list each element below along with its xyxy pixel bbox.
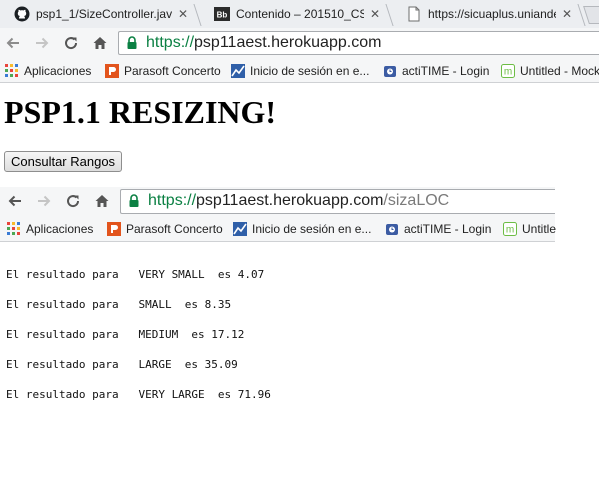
- bookmark-parasoft[interactable]: Parasoft Concerto: [104, 61, 221, 81]
- tab-strip: psp1_1/SizeController.java ✕ Bb Contenid…: [0, 0, 599, 28]
- bookmark-inicio-sesion[interactable]: Inicio de sesión en e...: [230, 61, 369, 81]
- actitime-icon: [382, 63, 398, 79]
- close-tab-icon[interactable]: ✕: [178, 7, 188, 21]
- bookmark-label: Aplicaciones: [24, 64, 92, 78]
- result-line-small: El resultado para SMALL es 8.35: [6, 298, 232, 311]
- tab-label: Contenido – 201510_CSOF: [236, 7, 364, 21]
- github-icon: [14, 6, 30, 22]
- tab-label: https://sicuaplus.uniandes: [428, 7, 556, 21]
- result-line-very-large: El resultado para VERY LARGE es 71.96: [6, 388, 271, 401]
- browser-toolbar: https://psp11aest.herokuapp.com: [0, 28, 599, 58]
- bookmark-label: Inicio de sesión en e...: [250, 64, 370, 78]
- bookmark-label: actiTIME - Login: [404, 222, 492, 236]
- chart-icon: [232, 221, 248, 237]
- reload-icon: [61, 189, 85, 213]
- inner-bookmark-parasoft: Parasoft Concerto: [106, 219, 223, 239]
- tab-blackboard[interactable]: Bb Contenido – 201510_CSOF ✕: [200, 0, 388, 28]
- consultar-rangos-button[interactable]: Consultar Rangos: [4, 151, 123, 172]
- close-tab-icon[interactable]: ✕: [562, 7, 572, 21]
- address-url: https://psp11aest.herokuapp.com: [146, 34, 382, 51]
- page-title: PSP1.1 RESIZING!: [4, 94, 277, 130]
- back-icon: [3, 189, 27, 213]
- actitime-icon: [384, 221, 400, 237]
- parasoft-icon: [104, 63, 120, 79]
- bookmark-aplicaciones[interactable]: Aplicaciones: [4, 61, 91, 81]
- result-line-medium: El resultado para MEDIUM es 17.12: [6, 328, 245, 341]
- inner-bookmarks-bar: Aplicaciones Parasoft Concerto Inicio de…: [0, 215, 556, 242]
- forward-icon: [32, 189, 56, 213]
- result-line-large: El resultado para LARGE es 35.09: [6, 358, 238, 371]
- inner-bookmark-aplicaciones: Aplicaciones: [6, 219, 93, 239]
- lock-icon: [124, 35, 140, 51]
- blackboard-icon: Bb: [214, 6, 230, 22]
- bookmark-label: Parasoft Concerto: [126, 222, 223, 236]
- apps-grid-icon: [6, 221, 22, 237]
- bookmark-actitime[interactable]: actiTIME - Login: [382, 61, 489, 81]
- tab-label: psp1_1/SizeController.java: [36, 7, 172, 21]
- tab-sicuaplus[interactable]: https://sicuaplus.uniandes ✕: [392, 0, 580, 28]
- svg-text:Bb: Bb: [217, 11, 228, 20]
- home-button[interactable]: [88, 31, 112, 55]
- bookmark-label: Aplicaciones: [26, 222, 94, 236]
- bookmark-label: Parasoft Concerto: [124, 64, 221, 78]
- new-tab-button[interactable]: [583, 6, 599, 24]
- inner-address-bar: https://psp11aest.herokuapp.com/sizaLOC: [120, 189, 555, 214]
- parasoft-icon: [106, 221, 122, 237]
- moqups-icon: m: [502, 221, 518, 237]
- apps-grid-icon: [4, 63, 20, 79]
- forward-button[interactable]: [30, 31, 54, 55]
- inner-bookmark-actitime: actiTIME - Login: [384, 219, 491, 239]
- bookmark-label: Inicio de sesión en e...: [252, 222, 372, 236]
- close-tab-icon[interactable]: ✕: [370, 7, 380, 21]
- tab-github[interactable]: psp1_1/SizeController.java ✕: [0, 0, 196, 28]
- address-bar[interactable]: https://psp11aest.herokuapp.com: [118, 31, 599, 55]
- inner-bookmark-inicio-sesion: Inicio de sesión en e...: [232, 219, 371, 239]
- lock-icon: [126, 193, 142, 209]
- moqups-icon: m: [500, 63, 516, 79]
- chart-icon: [230, 63, 246, 79]
- home-icon: [90, 189, 114, 213]
- inner-bookmark-untitled: m Untitle: [502, 219, 556, 239]
- svg-text:m: m: [504, 67, 512, 78]
- page-icon: [406, 6, 422, 22]
- bookmark-label: Untitled - Mock: [520, 64, 599, 78]
- bookmark-untitled[interactable]: m Untitled - Mock: [500, 61, 599, 81]
- reload-button[interactable]: [59, 31, 83, 55]
- back-button[interactable]: [1, 31, 25, 55]
- bookmark-label: Untitle: [522, 222, 557, 236]
- result-line-very-small: El resultado para VERY SMALL es 4.07: [6, 268, 265, 281]
- bookmark-label: actiTIME - Login: [402, 64, 490, 78]
- bookmarks-bar: Aplicaciones Parasoft Concerto Inicio de…: [0, 58, 599, 83]
- inner-browser-toolbar: https://psp11aest.herokuapp.com/sizaLOC: [0, 187, 555, 215]
- svg-text:m: m: [506, 225, 514, 236]
- inner-address-url: https://psp11aest.herokuapp.com/sizaLOC: [148, 192, 450, 209]
